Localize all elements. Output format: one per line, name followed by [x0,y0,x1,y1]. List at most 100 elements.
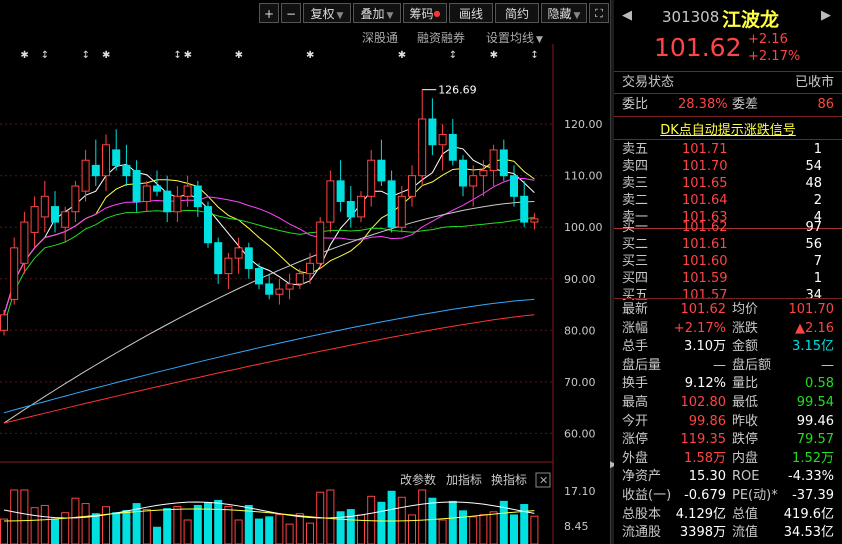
volume-bar [479,514,488,544]
volume-bar [112,512,121,544]
event-mark-icon[interactable]: ↕ [173,50,181,61]
event-mark-icon[interactable]: ✱ [102,50,110,61]
kline-panel[interactable]: + − 复权 ▼ 叠加 ▼ 筹码● 画线 简约 隐藏 ▼ ⛶ 深股通 融资融券 设置均… [0,0,612,544]
candle-body [316,221,325,264]
ask-price: 101.65 [682,176,728,191]
stat-value: -0.679 [684,488,726,503]
jia-zhibiao-link[interactable]: 加指标 [446,472,482,487]
bid-row[interactable]: 买四 101.59 1 [622,270,834,288]
forward-arrow-icon[interactable]: ▶ [821,8,831,23]
stat-label: 收益(一) [622,488,672,503]
event-mark-icon[interactable]: ✱ [235,50,243,61]
bid-row[interactable]: 买一 101.62 97 [622,219,834,237]
stat-label: 换手 [622,376,649,392]
volume-bar [163,508,172,544]
candle-body [377,159,386,182]
long-ma-line [3,298,535,414]
candle-body [224,257,233,275]
stat-value: 419.6亿 [783,506,834,522]
stat-label: 涨停 [622,432,649,448]
volume-bar [51,518,59,544]
ask-volume: 1 [813,142,822,157]
stat-value: 102.80 [680,395,727,410]
price-tick-label: 80.00 [564,324,596,337]
volume-bar [91,513,100,544]
event-mark-icon[interactable]: ✱ [398,50,406,61]
vol-tick-top: 17.10 [564,485,596,498]
stat-label: 金额 [732,339,759,355]
ask-row[interactable]: 卖四 101.70 54 [622,158,834,176]
ask-row[interactable]: 卖五 101.71 1 [622,141,834,159]
weibi-label: 委比 [622,97,649,112]
volume-bar [295,513,304,544]
bid-price: 101.59 [682,271,728,286]
volume-bar [336,511,345,544]
ask-row[interactable]: 卖二 101.64 2 [622,192,834,210]
bid-row[interactable]: 买二 101.61 56 [622,236,834,254]
volume-bar [346,509,355,544]
event-mark-icon[interactable]: ↕ [530,50,538,61]
divider [614,93,842,94]
event-mark-icon[interactable]: ↕ [82,50,90,61]
candle-body [204,206,212,244]
volume-bar [102,506,110,544]
volume-bar [20,489,29,544]
stat-label: 最新 [622,302,649,317]
price-tick-label: 110.00 [564,170,603,183]
bid-volume: 56 [805,237,822,252]
candle-body [418,118,427,177]
stat-label: 均价 [732,302,759,317]
candle-body [285,283,294,290]
candle-body [367,159,376,197]
candle-body [499,149,508,177]
back-arrow-icon[interactable]: ◀ [622,8,632,23]
price-tick-label: 100.00 [564,221,603,234]
volume-bar [357,514,365,544]
event-mark-icon[interactable]: ✱ [20,50,28,61]
stat-label: 盘后量 [622,357,662,373]
divider [614,139,842,140]
volume-bar [30,507,39,544]
bid-label: 买一 [622,220,649,235]
volume-bar [81,503,90,544]
price-chart[interactable]: ✱ ↕ ↕ ✱ ↕ ✱ ✱ ✱ ✱ ↕ ✱ ↕ 120.00110.00100.0090.0080.0… [0,0,612,544]
candle-body [326,180,335,223]
trade-status-row: 交易状态 已收市 [622,74,834,92]
event-mark-icon[interactable]: ✱ [306,50,314,61]
bid-label: 买二 [622,237,649,252]
volume-bar [459,510,467,544]
event-mark-icon[interactable]: ✱ [184,50,192,61]
candle-body [306,262,314,275]
close-icon-glyph: ✕ [539,474,548,487]
stat-label: 盘后额 [732,357,772,373]
stat-value: 99.46 [796,413,834,429]
candle-body [10,247,19,300]
stat-label: 跌停 [732,432,759,448]
ask-volume: 48 [805,176,822,191]
stat-value: 79.57 [796,432,834,448]
volume-bar [387,490,396,544]
event-mark-icon[interactable]: ↕ [449,50,457,61]
stock-code: 301308 [662,8,720,26]
stat-row: 最高 102.80 最低 99.54 [622,394,834,412]
volume-bar [326,489,335,544]
stat-value: 101.70 [788,302,835,317]
event-mark-icon[interactable]: ✱ [490,50,498,61]
stat-label: 流值 [732,525,759,541]
ask-row[interactable]: 卖三 101.65 48 [622,175,834,193]
candle-body [102,144,110,177]
event-mark-icon[interactable]: ↕ [41,50,49,61]
huan-zhibiao-link[interactable]: 换指标 [491,472,527,487]
volume-bar [255,518,263,544]
bid-row[interactable]: 买三 101.60 7 [622,253,834,271]
gai-canshu-link[interactable]: 改参数 [400,472,436,487]
stat-value: 99.54 [796,395,834,410]
volume-bar [469,516,478,544]
candle-body [438,133,447,146]
dk-signal-link[interactable]: DK点自动提示涨跌信号 [614,119,842,138]
ask-volume: 2 [813,193,822,208]
candle-body [275,288,284,295]
stat-value: 3398万 [679,525,726,541]
candle-body [20,221,29,264]
volume-bar [71,497,80,544]
